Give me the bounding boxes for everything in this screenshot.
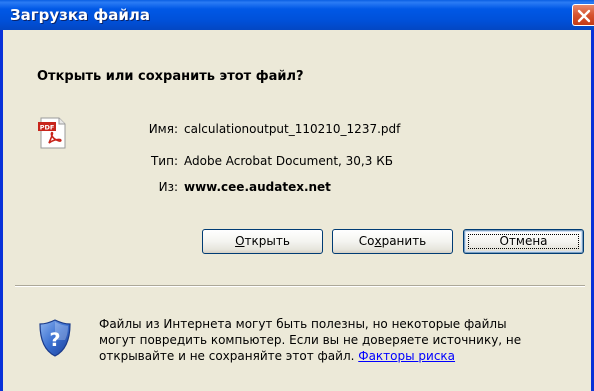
file-type-label: Тип: [150,154,178,168]
window-title: Загрузка файла [10,6,150,24]
file-name-value: calculationoutput_110210_1237.pdf [184,122,401,136]
file-source-label: Из: [158,180,178,194]
close-icon [577,9,591,23]
svg-text:PDF: PDF [40,123,55,131]
open-button-label: ткрыть [244,234,290,248]
title-bar[interactable]: Загрузка файла [0,0,594,30]
save-button-accel: х [374,234,382,248]
separator [15,285,585,287]
svg-text:?: ? [49,329,60,351]
dialog-question: Открыть или сохранить этот файл? [37,69,304,84]
file-source-value: www.cee.audatex.net [184,180,331,194]
close-button[interactable] [572,4,594,26]
focus-rectangle [468,234,579,249]
file-download-dialog: Загрузка файла Открыть или сохранить это… [0,0,594,391]
file-name-label: Имя: [148,122,178,136]
risk-factors-link[interactable]: Факторы риска [358,349,455,363]
warning-line-3: открывайте и не сохраняйте этот файл. Фа… [99,348,577,364]
file-type-value: Adobe Acrobat Document, 30,3 КБ [184,154,393,168]
open-button-accel: О [235,234,245,248]
warning-line-3-text: открывайте и не сохраняйте этот файл. [99,349,359,363]
warning-line-2: могут повредить компьютер. Если вы не до… [99,333,522,347]
save-button-label-start: Со [358,234,375,248]
open-button[interactable]: Открыть [202,229,323,254]
pdf-icon: PDF [38,117,66,149]
save-button-label-end: ранить [381,234,427,248]
security-warning: Файлы из Интернета могут быть полезны, н… [99,316,577,364]
warning-line-1: Файлы из Интернета могут быть полезны, н… [99,317,507,331]
shield-question-icon: ? [39,319,71,357]
cancel-button[interactable]: Отмена [463,229,584,254]
save-button[interactable]: Сохранить [332,229,453,254]
